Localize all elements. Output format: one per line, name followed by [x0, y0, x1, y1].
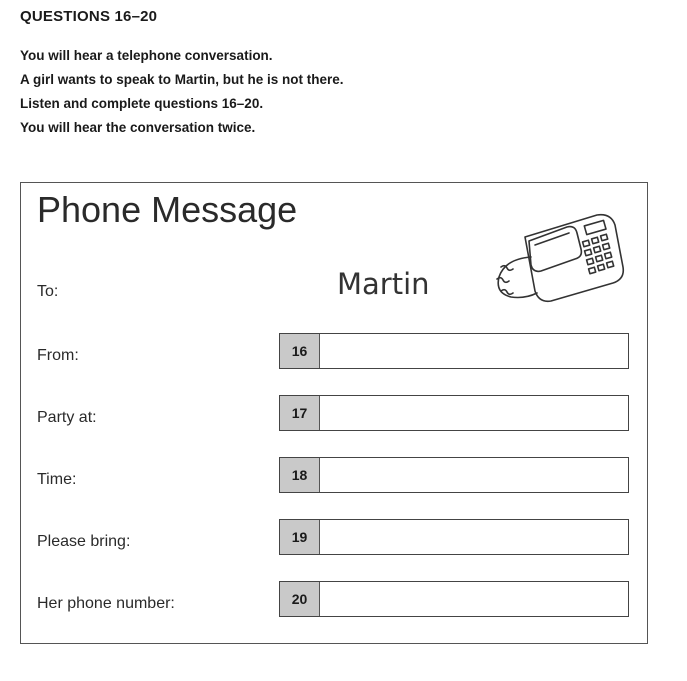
- questions-heading: QUESTIONS 16–20: [20, 8, 158, 25]
- party-at-label: Party at:: [37, 409, 97, 426]
- phone-number-label: Her phone number:: [37, 595, 175, 612]
- instruction-line: You will hear the conversation twice.: [20, 120, 256, 135]
- instruction-line: You will hear a telephone conversation.: [20, 48, 273, 63]
- instructions: You will hear a telephone conversation. …: [20, 44, 344, 140]
- answer-box-19[interactable]: 19: [279, 519, 629, 555]
- question-number: 17: [280, 396, 320, 430]
- answer-box-16[interactable]: 16: [279, 333, 629, 369]
- answer-box-20[interactable]: 20: [279, 581, 629, 617]
- please-bring-label: Please bring:: [37, 533, 131, 550]
- question-number: 18: [280, 458, 320, 492]
- question-number: 16: [280, 334, 320, 368]
- telephone-icon: [496, 213, 625, 303]
- answer-box-17[interactable]: 17: [279, 395, 629, 431]
- phone-message-form: Phone Message To: Martin From: 16 Party …: [20, 182, 648, 644]
- to-value: Martin: [337, 267, 430, 301]
- form-title: Phone Message: [37, 189, 298, 230]
- answer-input[interactable]: [320, 582, 628, 616]
- time-label: Time:: [37, 471, 77, 488]
- answer-input[interactable]: [320, 520, 628, 554]
- answer-input[interactable]: [320, 334, 628, 368]
- instruction-line: A girl wants to speak to Martin, but he …: [20, 72, 344, 87]
- to-label: To:: [37, 283, 59, 300]
- question-number: 19: [280, 520, 320, 554]
- question-number: 20: [280, 582, 320, 616]
- answer-input[interactable]: [320, 396, 628, 430]
- instruction-line: Listen and complete questions 16–20.: [20, 96, 264, 111]
- from-label: From:: [37, 347, 79, 364]
- answer-input[interactable]: [320, 458, 628, 492]
- answer-box-18[interactable]: 18: [279, 457, 629, 493]
